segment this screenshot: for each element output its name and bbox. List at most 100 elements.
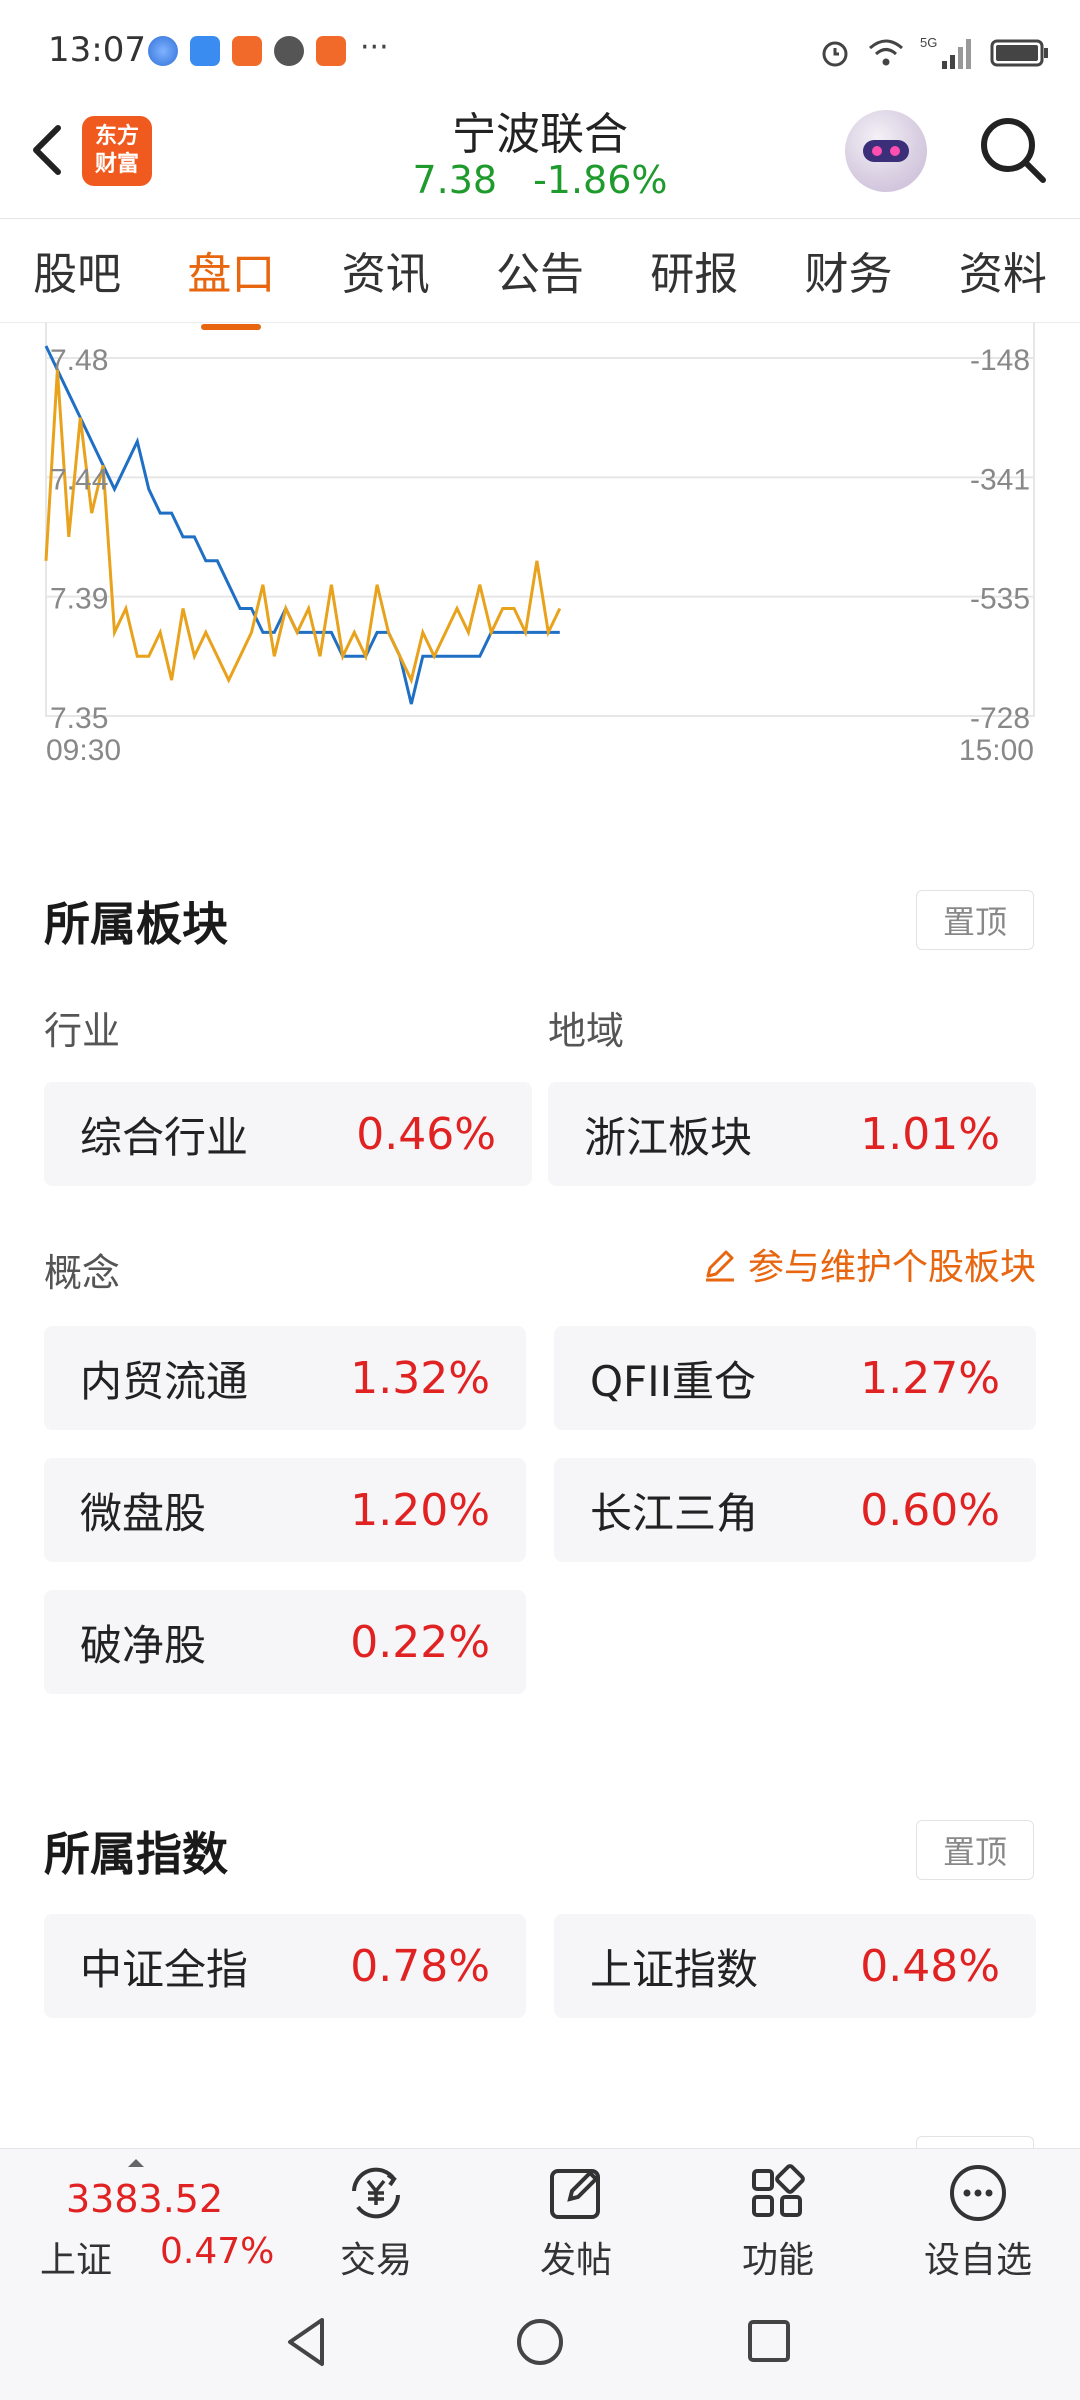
industry-label: 行业 (44, 1009, 121, 1053)
intraday-chart[interactable]: 7.48 7.44 7.39 7.35 -148 -341 -535 -728 09:30 15:… (0, 322, 1080, 782)
y-tick-label-right: -341 (970, 463, 1030, 496)
pencil-icon (705, 1250, 734, 1282)
index-card[interactable]: 上证指数 0.48% (554, 1914, 1036, 2018)
tab-bar: 股吧 盘口 资讯 公告 研报 财务 资料 (0, 218, 1080, 323)
status-bar: 13:07 ··· 5G (0, 0, 1080, 90)
robot-assistant-avatar[interactable] (845, 110, 927, 192)
x-tick-label-end: 15:00 (959, 734, 1034, 767)
svg-text:5G: 5G (920, 35, 937, 50)
functions-label: 功能 (741, 2240, 814, 2281)
tab-profile[interactable]: 资料 (949, 238, 1057, 302)
sectors-title: 所属板块 (44, 897, 228, 951)
y-tick-label-left: 7.35 (50, 702, 108, 735)
sh-index-name[interactable]: 上证 (40, 2231, 112, 2283)
stock-price: 7.38 (412, 158, 498, 202)
y-tick-label-right: -728 (970, 702, 1030, 735)
indices-pin-button[interactable]: 置顶 (916, 1820, 1034, 1880)
concept-pct: 1.27% (860, 1352, 1000, 1404)
index-name: 中证全指 (80, 1944, 249, 1994)
redpacket-icon (232, 36, 262, 66)
search-icon[interactable] (975, 112, 1051, 188)
sector-pct: 0.46% (356, 1108, 496, 1160)
indices-title: 所属指数 (44, 1827, 228, 1881)
concept-card[interactable]: 微盘股 1.20% (44, 1458, 526, 1562)
post-edit-icon (550, 2169, 600, 2219)
add-watchlist-button[interactable]: 设自选 (908, 2161, 1048, 2283)
wifi-icon (869, 39, 903, 66)
tab-announcements[interactable]: 公告 (486, 238, 594, 302)
status-time: 13:07 (48, 30, 146, 70)
region-card[interactable]: 浙江板块 1.01% (548, 1082, 1036, 1186)
maintain-sectors-label: 参与维护个股板块 (747, 1247, 1036, 1288)
concept-pct: 0.60% (860, 1484, 1000, 1536)
stock-change-pct: -1.86% (533, 158, 668, 202)
concept-pct: 1.20% (350, 1484, 490, 1536)
concept-label: 概念 (44, 1251, 121, 1295)
concept-pct: 0.22% (350, 1616, 490, 1668)
price-line (44, 345, 560, 705)
tab-pankou[interactable]: 盘口 (177, 238, 285, 302)
chart-labels: 7.48 7.44 7.39 7.35 -148 -341 -535 -728 09:30 15:… (46, 344, 1034, 767)
maintain-sectors-link[interactable]: 参与维护个股板块 (702, 1238, 1036, 1290)
index-card[interactable]: 中证全指 0.78% (44, 1914, 526, 2018)
concept-card[interactable]: 破净股 0.22% (44, 1590, 526, 1694)
more-dots-icon (950, 2165, 1006, 2221)
tab-research[interactable]: 研报 (640, 238, 748, 302)
y-tick-label-right: -148 (970, 344, 1030, 377)
concept-name: 内贸流通 (80, 1356, 249, 1406)
tab-guba[interactable]: 股吧 (23, 238, 131, 302)
alarm-icon (822, 41, 848, 67)
concept-card[interactable]: QFII重仓 1.27% (554, 1326, 1036, 1430)
concept-name: QFII重仓 (590, 1356, 756, 1406)
stock-header: 东方 财富 宁波联合 7.38 -1.86% (0, 90, 1080, 219)
region-label: 地域 (548, 1009, 625, 1053)
index-pct: 0.48% (860, 1940, 1000, 1992)
concept-card[interactable]: 内贸流通 1.32% (44, 1326, 526, 1430)
post-button[interactable]: 发帖 (506, 2161, 646, 2283)
functions-button[interactable]: 功能 (708, 2161, 848, 2283)
tab-news[interactable]: 资讯 (332, 238, 440, 302)
chart-lines (44, 345, 562, 705)
battery-icon (990, 39, 1048, 67)
nav-recents-icon[interactable] (746, 2318, 792, 2364)
caret-up-icon[interactable] (128, 2159, 144, 2167)
system-nav-bar (0, 2284, 1080, 2400)
sector-name: 综合行业 (80, 1112, 249, 1162)
index-pct: 0.78% (350, 1940, 490, 1992)
redpacket-icon (316, 36, 346, 66)
status-right-icons: 5G (818, 28, 1050, 78)
trade-button[interactable]: 交易 (306, 2161, 446, 2283)
sectors-pin-button[interactable]: 置顶 (916, 890, 1034, 950)
nav-back-icon[interactable] (282, 2314, 332, 2370)
bottom-toolbar: 3383.52 上证 0.47% 交易 发帖 功能 设自选 (0, 2148, 1080, 2285)
concept-name: 破净股 (80, 1620, 207, 1670)
sector-name: 浙江板块 (584, 1112, 753, 1162)
index-name: 上证指数 (590, 1944, 759, 1994)
sh-index-value[interactable]: 3383.52 (66, 2177, 223, 2221)
x-tick-label-start: 09:30 (46, 734, 121, 767)
sh-index-pct[interactable]: 0.47% (160, 2231, 274, 2272)
concept-card[interactable]: 长江三角 0.60% (554, 1458, 1036, 1562)
y-tick-label-right: -535 (970, 583, 1030, 616)
post-label: 发帖 (539, 2240, 612, 2281)
more-indicator: ··· (360, 30, 389, 65)
robot-face-icon (863, 140, 909, 162)
nav-home-icon[interactable] (514, 2316, 566, 2368)
sector-pct: 1.01% (860, 1108, 1000, 1160)
functions-grid-icon (752, 2164, 805, 2217)
concept-pct: 1.32% (350, 1352, 490, 1404)
add-watchlist-label: 设自选 (923, 2240, 1032, 2281)
signal-5g-icon: 5G (920, 35, 971, 69)
y-tick-label-left: 7.39 (50, 583, 108, 616)
industry-card[interactable]: 综合行业 0.46% (44, 1082, 532, 1186)
trade-yen-icon (352, 2167, 400, 2219)
y-tick-label-left: 7.48 (50, 344, 108, 377)
browser-icon (148, 36, 178, 66)
concept-name: 长江三角 (590, 1488, 759, 1538)
y-tick-label-left: 7.44 (50, 463, 108, 496)
concept-name: 微盘股 (80, 1488, 207, 1538)
app-notify-icon (190, 36, 220, 66)
tab-finance[interactable]: 财务 (795, 238, 903, 302)
trade-label: 交易 (339, 2240, 412, 2281)
chat-icon (274, 36, 304, 66)
